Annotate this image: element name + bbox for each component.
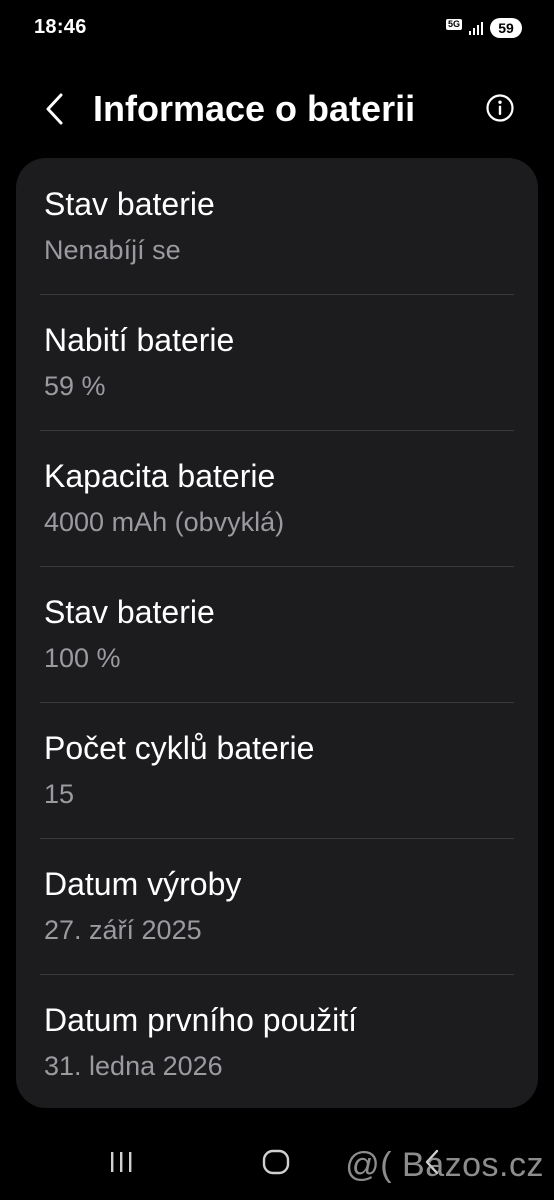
list-item: Datum výroby 27. září 2025 [16,838,538,974]
info-circle-icon [486,94,514,122]
battery-info-card: Stav baterie Nenabíjí se Nabití baterie … [16,158,538,1108]
battery-status-value: Nenabíjí se [44,235,181,265]
home-button[interactable] [252,1144,300,1180]
app-header: Informace o baterii [0,72,554,148]
status-time: 18:46 [34,16,87,38]
battery-capacity-value: 4000 mAh (obvyklá) [44,507,285,537]
page-title: Informace o baterii [93,88,416,129]
navigation-bar: @( Bazos.cz [0,1126,554,1200]
battery-cycle-count-title: Počet cyklů baterie [44,730,315,766]
battery-charge-value: 59 % [44,371,106,401]
list-item: Počet cyklů baterie 15 [16,702,538,838]
watermark: @( Bazos.cz [345,1146,544,1184]
chevron-left-icon [46,93,63,125]
list-item: Stav baterie 100 % [16,566,538,702]
first-use-date-title: Datum prvního použití [44,1002,358,1038]
battery-status-title: Stav baterie [44,186,215,222]
list-item: Datum prvního použití 31. ledna 2026 [16,974,538,1110]
battery-charge-title: Nabití baterie [44,322,235,358]
battery-capacity-title: Kapacita baterie [44,458,276,494]
manufacture-date-value: 27. září 2025 [44,915,202,945]
list-item: Nabití baterie 59 % [16,294,538,430]
status-icons: 5G 59 [445,16,522,40]
recent-apps-button[interactable] [97,1144,145,1180]
manufacture-date-title: Datum výroby [44,866,242,902]
network-badge: 5G [445,18,462,30]
battery-cycle-count-value: 15 [44,779,75,809]
battery-health-title: Stav baterie [44,594,215,630]
back-button[interactable] [34,86,74,132]
home-icon [262,1149,290,1175]
status-bar: 18:46 5G 59 [0,0,554,56]
recent-apps-icon [111,1152,132,1172]
list-item: Kapacita baterie 4000 mAh (obvyklá) [16,430,538,566]
battery-health-value: 100 % [44,643,121,673]
list-item: Stav baterie Nenabíjí se [16,158,538,294]
first-use-date-value: 31. ledna 2026 [44,1051,223,1081]
info-button[interactable] [482,90,518,126]
signal-bars-icon [469,22,483,35]
battery-level-indicator: 59 [490,18,522,38]
